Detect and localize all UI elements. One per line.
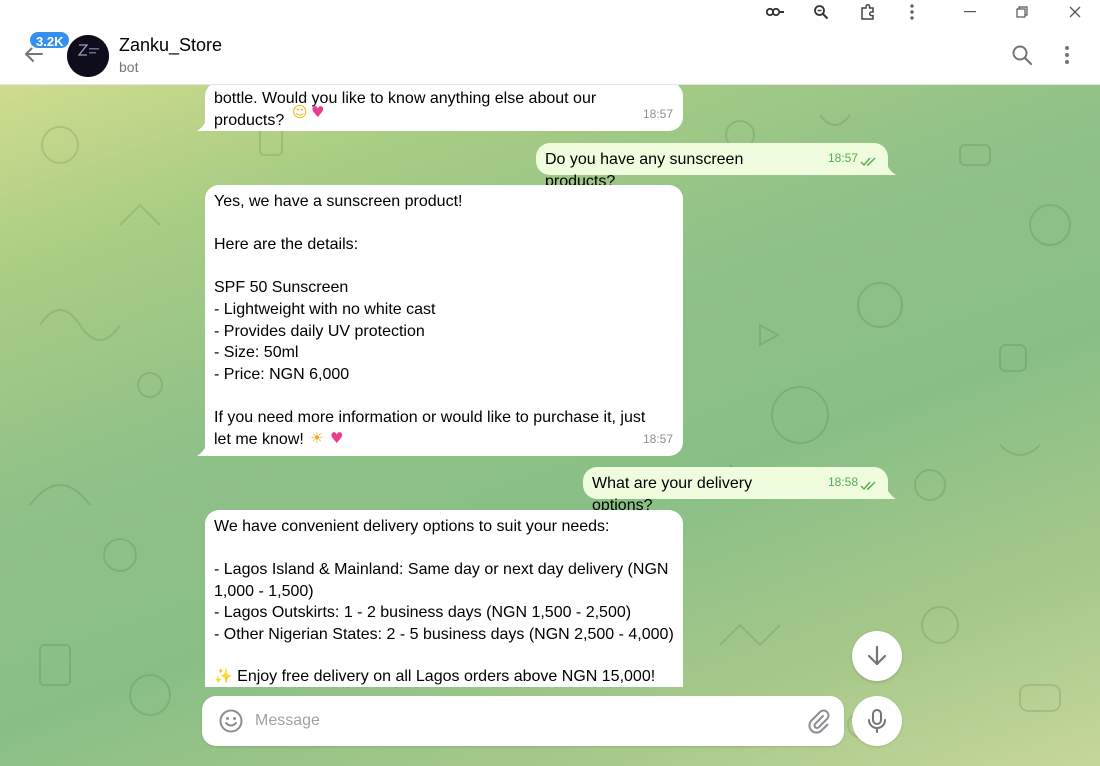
smiling-face-emoji: ☺ — [292, 103, 308, 121]
chat-area[interactable]: bottle. Would you like to know anything … — [0, 85, 1100, 766]
chat-title[interactable]: Zanku_Store — [119, 35, 222, 56]
zoom-icon[interactable] — [811, 2, 831, 22]
message-time: 18:58 — [827, 475, 858, 490]
extension-icon[interactable] — [858, 2, 878, 22]
unread-count-badge: 3.2K — [28, 30, 72, 50]
menu-dots-icon[interactable] — [902, 2, 922, 22]
message-incoming[interactable]: Yes, we have a sunscreen product! Here a… — [197, 185, 683, 456]
message-text: Yes, we have a sunscreen product! Here a… — [214, 193, 646, 448]
sun-emoji: ☀ — [310, 429, 324, 447]
window-titlebar — [0, 0, 1100, 24]
heart-emoji: ♥ — [311, 103, 325, 121]
voice-record-button[interactable] — [852, 696, 902, 746]
bubble-tail — [197, 117, 207, 131]
microphone-icon — [868, 709, 886, 733]
message-incoming[interactable]: We have convenient delivery options to s… — [205, 510, 683, 687]
close-icon[interactable] — [1052, 0, 1098, 24]
sparkles-emoji: ✨ — [214, 667, 233, 685]
restore-icon[interactable] — [999, 0, 1045, 24]
chat-status: bot — [119, 59, 139, 75]
promo-line: ✨ Enjoy free delivery on all Lagos order… — [214, 666, 655, 687]
message-time: 18:57 — [642, 107, 673, 122]
emoji-icon[interactable] — [218, 708, 244, 734]
avatar[interactable] — [67, 35, 109, 77]
promo-text: Enjoy free delivery on all Lagos orders … — [237, 668, 656, 685]
bubble-tail — [886, 161, 896, 175]
message-time: 18:57 — [827, 151, 858, 166]
key-icon[interactable] — [765, 2, 785, 22]
message-list[interactable]: bottle. Would you like to know anything … — [0, 85, 1100, 687]
message-text: bottle. Would you like to know anything … — [214, 90, 597, 129]
message-text: We have convenient delivery options to s… — [214, 518, 674, 643]
read-check-icon — [860, 157, 876, 167]
message-input[interactable] — [255, 706, 795, 736]
search-icon[interactable] — [1009, 42, 1035, 68]
message-outgoing[interactable]: Do you have any sunscreen products? 18:5… — [536, 143, 896, 190]
message-outgoing[interactable]: What are your delivery options? 18:58 — [583, 467, 896, 514]
bubble-tail — [197, 442, 207, 456]
message-time: 18:57 — [642, 432, 673, 447]
paperclip-icon[interactable] — [806, 708, 832, 734]
heart-emoji: ♥ — [330, 429, 344, 447]
message-incoming[interactable]: bottle. Would you like to know anything … — [197, 85, 683, 131]
minimize-icon[interactable] — [947, 0, 993, 24]
more-icon[interactable] — [1054, 42, 1080, 68]
bubble-tail — [886, 485, 896, 499]
read-check-icon — [860, 481, 876, 491]
chat-header: 3.2K Zanku_Store bot — [0, 24, 1100, 85]
message-composer — [202, 696, 844, 746]
arrow-down-icon — [867, 645, 887, 666]
scroll-to-bottom-button[interactable] — [852, 631, 902, 681]
